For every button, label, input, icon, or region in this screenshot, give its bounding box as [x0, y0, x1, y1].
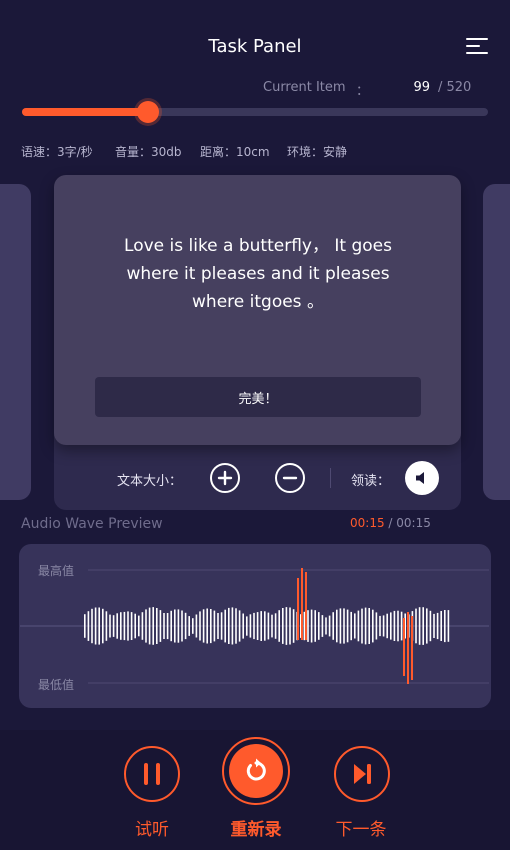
increase-text-button[interactable] — [210, 463, 240, 493]
result-button[interactable]: 完美！ — [95, 377, 421, 417]
current-item-number: 99 — [413, 80, 430, 95]
speaker-icon — [416, 472, 424, 484]
listen-label[interactable]: 试听 — [102, 815, 202, 840]
text-size-label: 文本大小： — [117, 474, 183, 489]
rerecord-button-fill — [229, 744, 283, 798]
current-item-label: Current Item — [263, 80, 346, 95]
page-title: Task Panel — [208, 36, 302, 57]
listen-button[interactable] — [124, 746, 180, 802]
read-aloud-button[interactable] — [405, 461, 439, 495]
progress-fill — [22, 108, 148, 116]
sentence-line: Love is like a butterfly， It goes — [124, 236, 392, 256]
stat-speed: 语速：3字/秒 — [21, 145, 93, 159]
stat-environment: 环境：安静 — [287, 145, 348, 159]
sentence-line: where it pleases and it pleases — [126, 264, 390, 284]
sentence-text: Love is like a butterfly， It goes where … — [88, 232, 428, 316]
max-value-label: 最高值 — [38, 564, 75, 578]
next-card-peek[interactable] — [483, 184, 510, 500]
menu-icon[interactable] — [466, 38, 488, 56]
progress-handle[interactable] — [136, 101, 159, 123]
stat-volume: 音量：30db — [115, 145, 182, 159]
plus-icon — [217, 470, 233, 486]
previous-card-peek[interactable] — [0, 184, 31, 500]
controls-divider — [330, 468, 331, 488]
refresh-icon — [246, 758, 266, 781]
current-item-colon: ： — [356, 84, 370, 99]
rerecord-button[interactable] — [222, 737, 290, 805]
read-aloud-label: 领读： — [351, 474, 391, 489]
next-label[interactable]: 下一条 — [311, 815, 411, 840]
audio-preview-title: Audio Wave Preview — [21, 516, 163, 532]
audio-time: 00:15 / 00:15 — [350, 516, 431, 530]
audio-current-time: 00:15 — [350, 516, 385, 530]
next-button[interactable] — [334, 746, 390, 802]
skip-next-icon — [354, 764, 371, 784]
min-value-label: 最低值 — [38, 678, 75, 692]
minus-icon — [282, 476, 298, 480]
sentence-line: where itgoes 。 — [192, 292, 324, 312]
audio-total-time: / 00:15 — [388, 516, 431, 530]
waveform-panel — [19, 544, 491, 708]
stat-distance: 距离：10cm — [200, 145, 270, 159]
rerecord-label[interactable]: 重新录 — [206, 815, 306, 840]
total-item-count: / 520 — [438, 80, 472, 95]
decrease-text-button[interactable] — [275, 463, 305, 493]
pause-icon — [144, 763, 160, 785]
